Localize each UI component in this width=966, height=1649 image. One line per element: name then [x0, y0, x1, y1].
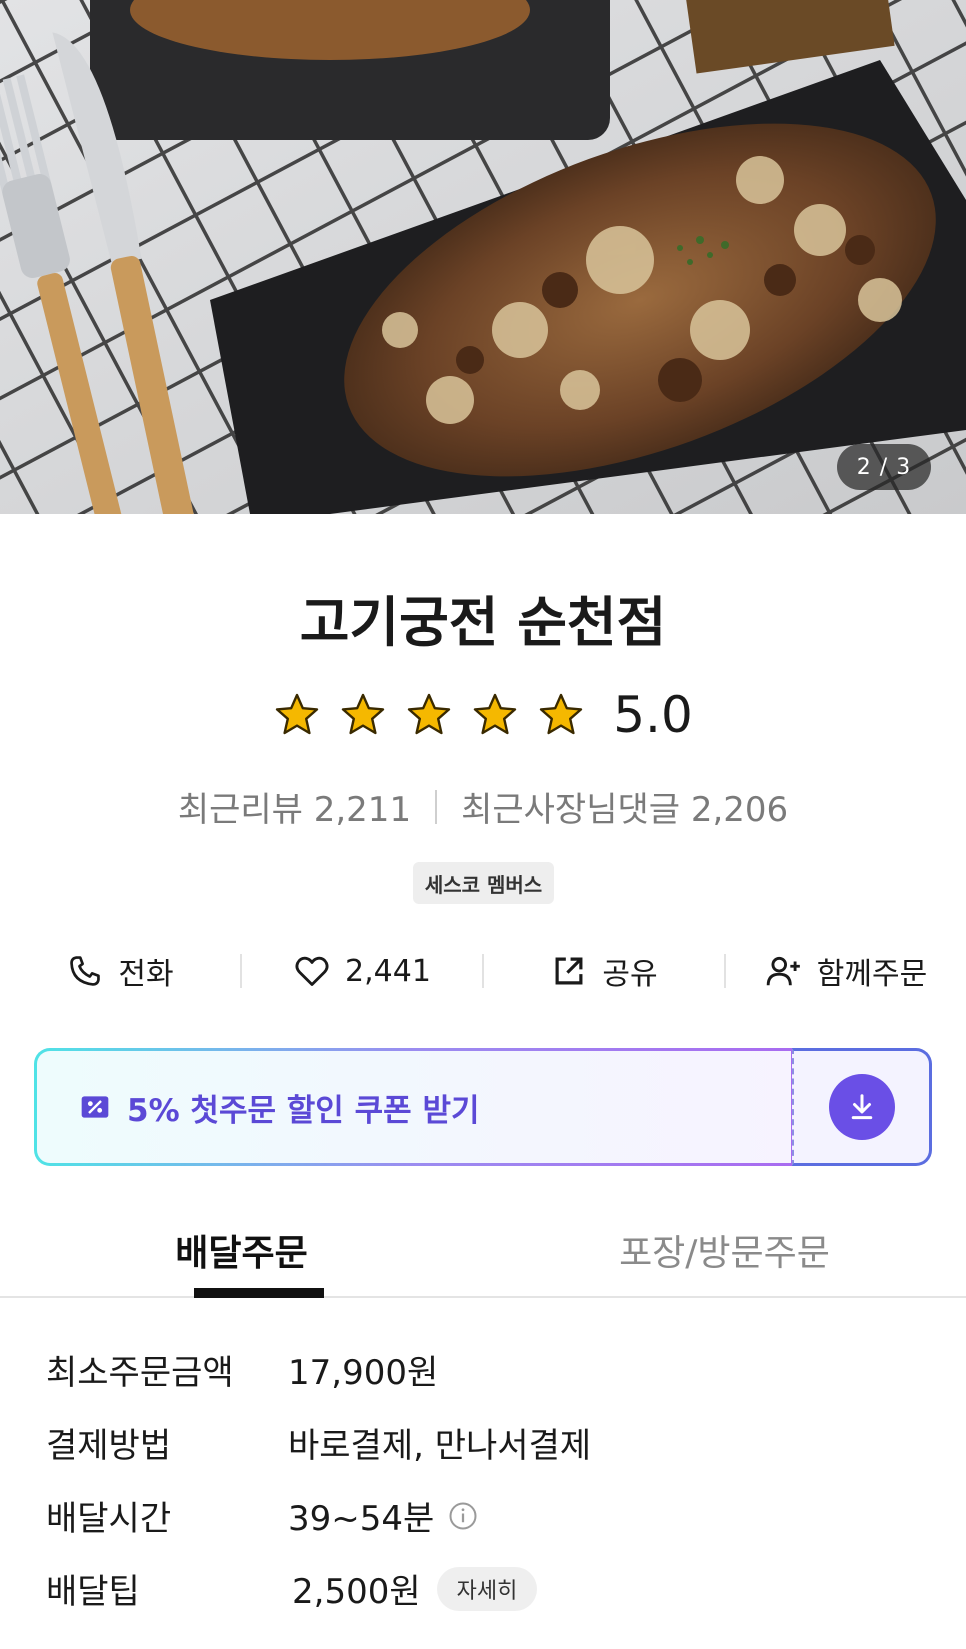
delivery-time-value: 39~54분 — [288, 1499, 435, 1539]
min-order-label: 최소주문금액 — [46, 1353, 234, 1393]
info-row-min-order: 최소주문금액 17,900원 — [46, 1345, 926, 1418]
info-row-delivery-time: 배달시간 39~54분 — [46, 1491, 926, 1564]
min-order-value: 17,900원 — [288, 1353, 439, 1393]
tab-pickup[interactable]: 포장/방문주문 — [483, 1214, 966, 1296]
delivery-tip-detail-button[interactable]: 자세히 — [436, 1566, 538, 1611]
share-label: 공유 — [602, 957, 658, 992]
recent-reviews-link[interactable]: 최근리뷰 2,211 — [178, 782, 411, 831]
coupon-banner: 5% 첫주문 할인 쿠폰 받기 — [34, 1048, 932, 1166]
like-count: 2,441 — [345, 953, 431, 989]
star-icon — [474, 693, 517, 735]
add-user-icon — [766, 956, 800, 986]
owner-replies-link[interactable]: 최근사장님댓글 2,206 — [461, 782, 788, 831]
tab-delivery[interactable]: 배달주문 — [0, 1214, 483, 1296]
coupon-download-button[interactable] — [828, 1074, 895, 1140]
share-button[interactable]: 공유 — [484, 949, 724, 993]
active-tab-indicator — [194, 1288, 324, 1298]
group-order-button[interactable]: 함께주문 — [726, 949, 966, 993]
coupon-text: 5% 첫주문 할인 쿠폰 받기 — [127, 1092, 480, 1129]
share-icon — [555, 957, 583, 985]
star-icon — [276, 693, 319, 735]
coupon-percent-icon — [81, 1096, 109, 1118]
divider — [435, 789, 438, 824]
call-label: 전화 — [118, 957, 174, 992]
order-type-tabs: 배달주문 포장/방문주문 — [0, 1214, 966, 1298]
info-row-payment: 결제방법 바로결제, 만나서결제 — [46, 1418, 926, 1491]
group-order-label: 함께주문 — [816, 957, 928, 992]
rating-value: 5.0 — [613, 686, 693, 744]
download-icon — [851, 1094, 872, 1120]
phone-icon — [70, 956, 101, 986]
delivery-time-label: 배달시간 — [46, 1499, 172, 1539]
payment-label: 결제방법 — [46, 1426, 172, 1466]
star-icon — [342, 693, 385, 735]
coupon-main[interactable]: 5% 첫주문 할인 쿠폰 받기 — [34, 1048, 794, 1166]
delivery-time-value-wrap: 39~54분 — [288, 1491, 478, 1540]
store-name: 고기궁전 순천점 — [299, 591, 667, 654]
coupon-download-area[interactable] — [792, 1048, 932, 1166]
delivery-tip-value: 2,500원 — [292, 1572, 421, 1612]
delivery-tip-label: 배달팁 — [46, 1572, 140, 1612]
cesco-member-badge: 세스코 멤버스 — [413, 862, 554, 904]
call-button[interactable]: 전화 — [0, 949, 240, 993]
star-icon — [540, 693, 583, 735]
info-icon[interactable] — [448, 1501, 478, 1531]
image-page-counter: 2 / 3 — [837, 444, 931, 490]
heart-icon — [295, 956, 329, 986]
review-summary: 최근리뷰 2,211 최근사장님댓글 2,206 — [0, 782, 966, 831]
info-row-delivery-tip: 배달팁 2,500원 자세히 — [46, 1564, 926, 1637]
food-photo — [0, 0, 966, 514]
store-hero-image[interactable]: 2 / 3 — [0, 0, 966, 514]
star-icon — [408, 693, 451, 735]
rating-stars — [273, 691, 585, 739]
like-button[interactable]: 2,441 — [242, 952, 482, 990]
delivery-tip-value-wrap: 2,500원 자세히 — [292, 1564, 538, 1613]
delivery-info: 최소주문금액 17,900원 결제방법 바로결제, 만나서결제 배달시간 39~… — [46, 1345, 926, 1637]
payment-value: 바로결제, 만나서결제 — [288, 1426, 592, 1466]
rating-row: 5.0 — [0, 682, 966, 748]
store-actions: 전화 2,441 공유 함께주문 — [0, 940, 966, 1002]
